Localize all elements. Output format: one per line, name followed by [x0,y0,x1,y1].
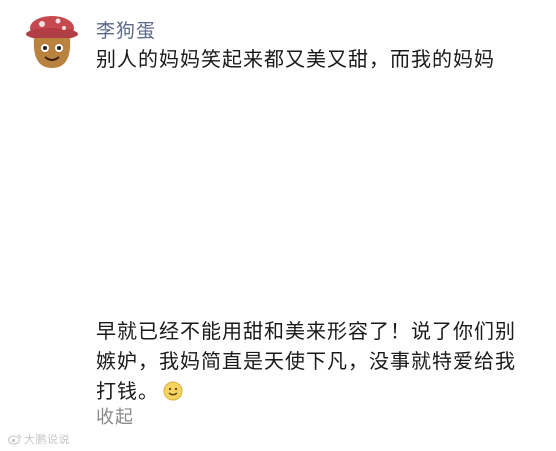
post-text-body: 早就已经不能用甜和美来形容了！说了你们别 嫉妒，我妈简直是天使下凡，没事就特爱给… [96,316,536,406]
post-text-line: 嫉妒，我妈简直是天使下凡，没事就特爱给我 [96,349,516,373]
avatar[interactable] [22,10,82,70]
collapse-button[interactable]: 收起 [96,403,134,429]
post-text-first-line: 别人的妈妈笑起来都又美又甜，而我的妈妈 [96,47,495,71]
smile-emoji-icon [163,381,183,401]
weibo-logo-icon [8,434,21,445]
watermark: 大鹏说说 [8,431,70,447]
watermark-text: 大鹏说说 [24,433,70,446]
post-text-line: 早就已经不能用甜和美来形容了！说了你们别 [96,319,516,343]
post-text-line-last: 打钱。 [96,376,536,406]
post-text-line-content: 打钱。 [96,379,159,403]
username[interactable]: 李狗蛋 [96,16,156,43]
comment-post: 李狗蛋 别人的妈妈笑起来都又美又甜，而我的妈妈 早就已经不能用甜和美来形容了！说… [0,0,556,451]
